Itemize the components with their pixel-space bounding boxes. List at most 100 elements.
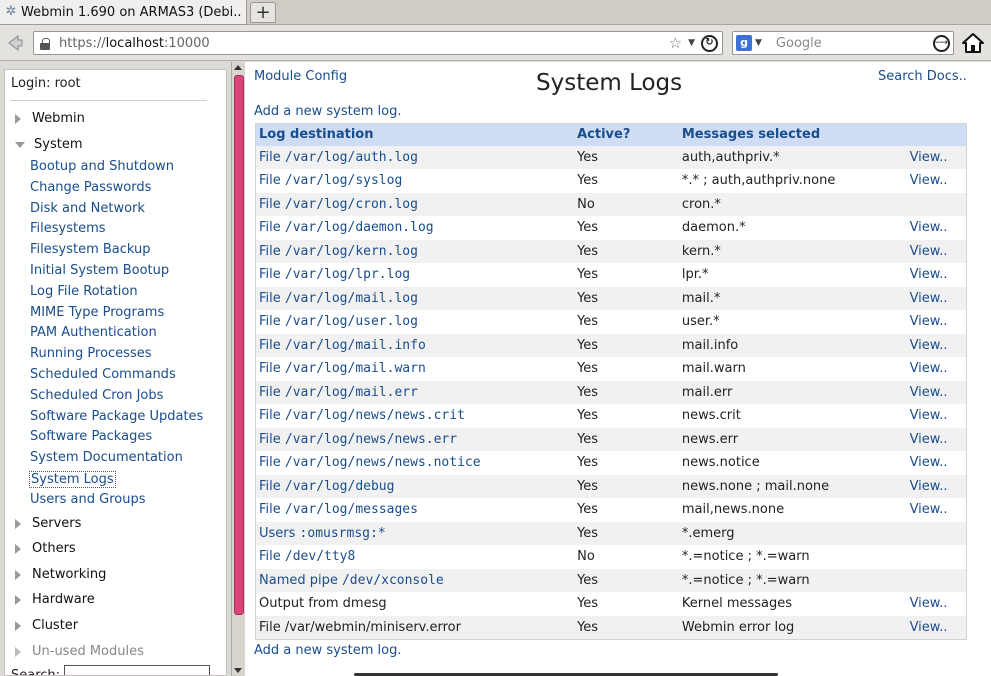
log-destination-path-link[interactable]: /var/log/news/news.notice [285,455,481,470]
log-destination-cell[interactable]: File /var/log/messages [255,498,575,522]
view-log-link[interactable]: View.. [910,479,948,494]
view-log-link[interactable]: View.. [910,620,948,635]
history-dropdown-icon[interactable]: ▼ [688,38,695,48]
log-destination-type[interactable]: File [259,361,285,376]
log-destination-path-link[interactable]: /var/log/news/news.crit [285,408,465,423]
sidebar-search-input[interactable] [64,665,210,675]
log-destination-cell[interactable]: File /var/log/cron.log [255,192,575,216]
log-destination-cell[interactable]: File /var/log/news/news.crit [255,404,575,428]
view-log-link[interactable]: View.. [910,432,948,447]
view-log-link[interactable]: View.. [910,361,948,376]
back-button[interactable] [4,32,24,54]
sidebar-module-software-package-updates[interactable]: Software Package Updates [30,409,203,424]
search-docs-link[interactable]: Search Docs.. [878,69,967,84]
view-log-link[interactable]: View.. [910,596,948,611]
log-destination-type[interactable]: File [259,244,285,259]
log-destination-cell[interactable]: File /var/log/news/news.notice [255,451,575,475]
log-destination-type[interactable]: File [259,220,285,235]
view-log-link[interactable]: View.. [910,291,948,306]
log-destination-cell[interactable]: File /dev/tty8 [255,545,575,569]
log-destination-cell[interactable]: File /var/log/debug [255,474,575,498]
view-log-link[interactable]: View.. [910,408,948,423]
log-destination-path-link[interactable]: /var/log/auth.log [285,150,418,165]
log-destination-type[interactable]: File [259,197,285,212]
url-text[interactable]: https://localhost:10000 [59,36,210,51]
log-destination-cell[interactable]: File /var/log/mail.log [255,286,575,310]
log-destination-path-link[interactable]: /var/log/syslog [285,173,402,188]
sidebar-module-disk-and-network[interactable]: Disk and Network [30,201,145,216]
search-bar[interactable]: g ▼ Google ⟶ [732,31,954,55]
log-destination-cell[interactable]: File /var/log/mail.err [255,380,575,404]
category-networking[interactable]: Networking [15,567,106,582]
log-destination-path-link[interactable]: /var/log/mail.info [285,338,426,353]
category-webmin[interactable]: Webmin [15,111,85,126]
log-destination-type[interactable]: File [259,150,285,165]
log-destination-path-link[interactable]: /var/log/mail.err [285,385,418,400]
sidebar-module-pam-authentication[interactable]: PAM Authentication [30,325,157,340]
view-log-link[interactable]: View.. [910,502,948,517]
reload-icon[interactable]: ↻ [701,34,718,52]
sidebar-module-software-packages[interactable]: Software Packages [30,429,152,444]
log-destination-type[interactable]: File [259,314,285,329]
view-log-link[interactable]: View.. [910,338,948,353]
view-log-link[interactable]: View.. [910,455,948,470]
home-icon[interactable] [961,32,985,54]
sidebar-module-initial-system-bootup[interactable]: Initial System Bootup [30,263,169,278]
log-destination-cell[interactable]: File /var/log/auth.log [255,145,575,169]
new-tab-button[interactable]: + [250,2,276,23]
bookmark-star-icon[interactable]: ☆ [669,34,682,52]
sidebar-module-log-file-rotation[interactable]: Log File Rotation [30,284,138,299]
log-destination-path-link[interactable]: /dev/xconsole [342,573,444,588]
log-destination-type[interactable]: Named pipe [259,573,342,588]
add-system-log-link-bottom[interactable]: Add a new system log. [254,643,401,658]
log-destination-path-link[interactable]: /var/log/user.log [285,314,418,329]
log-destination-type[interactable]: File [259,408,285,423]
log-destination-type[interactable]: File [259,338,285,353]
sidebar-module-change-passwords[interactable]: Change Passwords [30,180,151,195]
category-system[interactable]: System [15,137,82,152]
log-destination-type[interactable]: File [259,455,285,470]
view-log-link[interactable]: View.. [910,385,948,400]
log-destination-cell[interactable]: File /var/log/syslog [255,169,575,193]
category-servers[interactable]: Servers [15,516,81,531]
scroll-down-icon[interactable] [234,668,242,673]
log-destination-path-link[interactable]: /var/log/debug [285,479,395,494]
log-destination-type[interactable]: File [259,291,285,306]
log-destination-path-link[interactable]: :omusrmsg:* [300,526,386,541]
google-engine-icon[interactable]: g [736,35,752,51]
module-config-link[interactable]: Module Config [254,69,347,84]
log-destination-cell[interactable]: File /var/log/kern.log [255,239,575,263]
category-hardware[interactable]: Hardware [15,592,95,607]
engine-dropdown-icon[interactable]: ▼ [755,38,762,48]
view-log-link[interactable]: View.. [910,267,948,282]
category-others[interactable]: Others [15,541,76,556]
category-cluster[interactable]: Cluster [15,618,78,633]
sidebar-module-users-and-groups[interactable]: Users and Groups [30,492,145,507]
log-destination-path-link[interactable]: /dev/tty8 [285,549,355,564]
address-bar[interactable]: https://localhost:10000 ☆ ▼ ↻ [33,31,723,55]
sidebar-module-mime-type-programs[interactable]: MIME Type Programs [30,305,164,320]
sidebar-module-bootup-and-shutdown[interactable]: Bootup and Shutdown [30,159,174,174]
log-destination-cell[interactable]: File /var/log/mail.warn [255,357,575,381]
log-destination-path-link[interactable]: /var/log/mail.warn [285,361,426,376]
log-destination-type[interactable]: File [259,432,285,447]
log-destination-path-link[interactable]: /var/log/messages [285,502,418,517]
sidebar-module-running-processes[interactable]: Running Processes [30,346,152,361]
browser-tab[interactable]: ✲ Webmin 1.690 on ARMAS3 (Debi... [0,0,247,25]
main-scrollbar[interactable] [231,62,245,676]
log-destination-type[interactable]: Users [259,526,300,541]
sidebar-module-filesystem-backup[interactable]: Filesystem Backup [30,242,151,257]
log-destination-type[interactable]: File [259,173,285,188]
log-destination-cell[interactable]: Users :omusrmsg:* [255,521,575,545]
log-destination-type[interactable]: File [259,385,285,400]
log-destination-cell[interactable]: File /var/log/news/news.err [255,427,575,451]
sidebar-module-system-documentation[interactable]: System Documentation [30,450,183,465]
log-destination-type[interactable]: File [259,267,285,282]
sidebar-module-system-logs[interactable]: System Logs [29,471,116,488]
log-destination-cell[interactable]: File /var/log/mail.info [255,333,575,357]
log-destination-cell[interactable]: File /var/log/daemon.log [255,216,575,240]
view-log-link[interactable]: View.. [910,150,948,165]
view-log-link[interactable]: View.. [910,244,948,259]
log-destination-cell[interactable]: File /var/log/lpr.log [255,263,575,287]
sidebar-module-filesystems[interactable]: Filesystems [30,221,106,236]
